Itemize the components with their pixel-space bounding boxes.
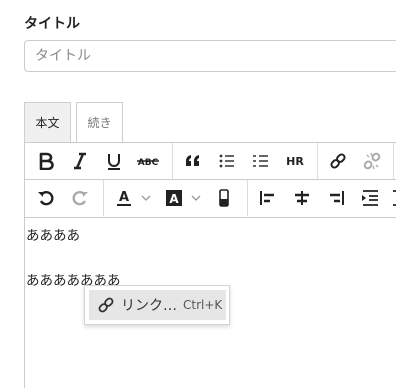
underline-button[interactable] — [99, 143, 129, 179]
bulleted-list-button[interactable] — [212, 143, 242, 179]
font-size-button[interactable] — [209, 180, 239, 216]
bold-button[interactable] — [31, 143, 61, 179]
align-left-button[interactable] — [253, 180, 283, 216]
font-color-icon: A — [117, 190, 131, 206]
context-menu-shortcut: Ctrl+K — [183, 298, 223, 312]
tab-body[interactable]: 本文 — [24, 102, 71, 142]
redo-icon — [72, 191, 88, 206]
unlink-icon — [363, 152, 381, 170]
italic-button[interactable] — [65, 143, 95, 179]
link-button[interactable] — [323, 143, 353, 179]
align-left-icon — [260, 191, 274, 205]
align-right-icon — [330, 191, 344, 205]
undo-icon — [38, 191, 54, 206]
horizontal-rule-icon: HR — [286, 154, 304, 168]
italic-icon — [74, 152, 86, 170]
strikethrough-button[interactable]: ABC — [133, 143, 163, 179]
unlink-button[interactable] — [357, 143, 387, 179]
background-color-dropdown[interactable] — [189, 180, 203, 216]
title-input[interactable] — [24, 40, 396, 72]
editor-line: ああああ — [26, 228, 80, 244]
blockquote-icon — [186, 155, 199, 166]
background-color-button[interactable]: A — [159, 180, 189, 216]
bold-icon — [39, 152, 54, 170]
context-menu: リンク… Ctrl+K — [84, 285, 230, 325]
indent-button[interactable] — [355, 180, 385, 216]
outdent-button[interactable] — [389, 180, 396, 216]
redo-button[interactable] — [65, 180, 95, 216]
undo-button[interactable] — [31, 180, 61, 216]
svg-text:A: A — [169, 192, 179, 206]
outdent-icon — [393, 190, 396, 206]
context-menu-item-label: リンク… — [121, 298, 177, 314]
numbered-list-icon — [253, 155, 268, 167]
svg-text:ABC: ABC — [138, 158, 159, 168]
blockquote-button[interactable] — [178, 143, 208, 179]
tab-continuation[interactable]: 続き — [76, 102, 123, 142]
chevron-down-icon — [191, 195, 201, 201]
title-label: タイトル — [24, 16, 80, 32]
indent-icon — [362, 190, 378, 206]
toolbar-row-2: A A — [24, 180, 396, 218]
font-color-button[interactable]: A — [109, 180, 139, 216]
link-icon — [97, 296, 115, 314]
font-color-dropdown[interactable] — [139, 180, 153, 216]
bulleted-list-icon — [219, 154, 234, 168]
horizontal-rule-button[interactable]: HR — [280, 143, 310, 179]
font-size-icon — [219, 189, 229, 207]
chevron-down-icon — [141, 195, 151, 201]
numbered-list-button[interactable] — [246, 143, 276, 179]
background-color-icon: A — [166, 190, 182, 206]
context-menu-item-link[interactable]: リンク… Ctrl+K — [89, 290, 226, 320]
link-icon — [330, 153, 346, 169]
svg-text:A: A — [119, 190, 129, 205]
tab-body-label: 本文 — [35, 116, 60, 130]
align-right-button[interactable] — [321, 180, 351, 216]
align-center-button[interactable] — [287, 180, 317, 216]
tab-continuation-label: 続き — [87, 116, 112, 130]
align-center-icon — [295, 191, 309, 205]
toolbar-row-1: ABC HR — [24, 142, 396, 180]
underline-icon — [108, 154, 120, 170]
strikethrough-icon: ABC — [137, 158, 159, 168]
